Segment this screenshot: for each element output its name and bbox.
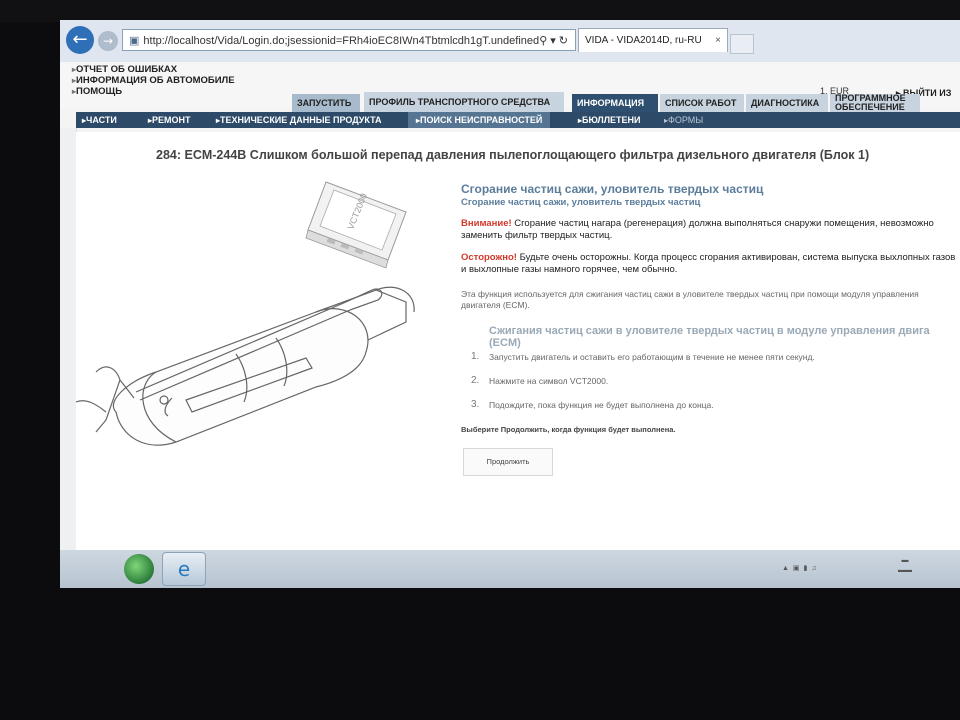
list-item: 2. Нажмите на символ VCT2000. — [471, 375, 959, 399]
monitor-bezel — [0, 0, 960, 22]
subnav-bulletins[interactable]: БЮЛЛЕТЕНИ — [578, 112, 641, 128]
steps-heading: Сжигания частиц сажи в уловителе твердых… — [489, 325, 930, 349]
subnav-repair[interactable]: РЕМОНТ — [148, 112, 191, 128]
screen: ← → ▣ http://localhost/Vida/Login.do;jses… — [60, 20, 960, 588]
tab-work-list[interactable]: СПИСОК РАБОТ — [660, 94, 744, 112]
warning-text: Сгорание частиц нагара (регенерация) дол… — [461, 218, 934, 241]
search-refresh-icon[interactable]: ⚲▾↻ — [539, 30, 571, 50]
browser-toolbar: ← → ▣ http://localhost/Vida/Login.do;jses… — [60, 20, 960, 63]
instructions-panel: Сгорание частиц сажи, уловитель твердых … — [461, 182, 959, 476]
caution-note: Осторожно! Будьте очень осторожны. Когда… — [461, 252, 959, 276]
menu-error-report[interactable]: ОТЧЕТ ОБ ОШИБКАХ — [72, 64, 235, 75]
main-tabs: ЗАПУСТИТЬ ПРОФИЛЬ ТРАНСПОРТНОГО СРЕДСТВА… — [60, 92, 960, 112]
page-icon: ▣ — [129, 35, 140, 47]
browser-tab-title: VIDA - VIDA2014D, ru-RU — [585, 35, 702, 46]
subnav-parts[interactable]: ЧАСТИ — [82, 112, 117, 128]
steps-list: 1. Запустить двигатель и оставить его раб… — [471, 351, 959, 423]
clock-icon[interactable]: ▬ ▬▬ — [898, 556, 912, 576]
tab-software[interactable]: ПРОГРАММНОЕ ОБЕСПЕЧЕНИЕ — [830, 94, 920, 112]
step-number: 3. — [471, 399, 480, 410]
left-panel-strip — [60, 128, 77, 558]
tab-diagnostics[interactable]: ДИАГНОСТИКА — [746, 94, 828, 112]
forward-arrow-icon[interactable]: → — [98, 31, 118, 51]
tab-vehicle-profile[interactable]: ПРОФИЛЬ ТРАНСПОРТНОГО СРЕДСТВА — [364, 92, 564, 112]
browser-tab[interactable]: VIDA - VIDA2014D, ru-RU × — [578, 28, 728, 52]
address-bar[interactable]: ▣ http://localhost/Vida/Login.do;jsession… — [122, 29, 576, 51]
step-text: Запустить двигатель и оставить его работ… — [489, 352, 815, 362]
section-subheading: Сгорание частиц сажи, уловитель твердых … — [461, 197, 701, 208]
caution-text: Будьте очень осторожны. Когда процесс сг… — [461, 252, 956, 275]
main-content: 284: ECM-244B Слишком большой перепад да… — [75, 132, 960, 552]
caution-label: Осторожно! — [461, 252, 517, 263]
tab-information[interactable]: ИНФОРМАЦИЯ — [572, 94, 658, 112]
start-button-icon[interactable] — [124, 554, 154, 584]
top-menu: ОТЧЕТ ОБ ОШИБКАХ ИНФОРМАЦИЯ ОБ АВТОМОБИЛ… — [72, 64, 235, 97]
sub-navigation: ЧАСТИ РЕМОНТ ТЕХНИЧЕСКИЕ ДАННЫЕ ПРОДУКТА… — [76, 112, 960, 128]
taskbar: e ▲▣▮♫ ▬ ▬▬ — [60, 550, 960, 588]
warning-note: Внимание! Сгорание частиц нагара (регене… — [461, 218, 959, 242]
dpf-drawing — [75, 286, 415, 446]
back-arrow-icon[interactable]: ← — [66, 26, 94, 54]
function-description: Эта функция используется для сжигания ча… — [461, 289, 919, 310]
page-title: 284: ECM-244B Слишком большой перепад да… — [156, 148, 870, 162]
step-text: Подождите, пока функция не будет выполне… — [489, 400, 714, 410]
step-text: Нажмите на символ VCT2000. — [489, 376, 609, 386]
step-number: 1. — [471, 351, 480, 362]
subnav-tech-data[interactable]: ТЕХНИЧЕСКИЕ ДАННЫЕ ПРОДУКТА — [216, 112, 382, 128]
system-tray-icons[interactable]: ▲▣▮♫ — [782, 564, 821, 572]
list-item: 3. Подождите, пока функция не будет выпол… — [471, 399, 959, 423]
section-heading: Сгорание частиц сажи, уловитель твердых … — [461, 182, 764, 196]
subnav-forms[interactable]: ФОРМЫ — [664, 112, 703, 128]
new-tab-button[interactable] — [730, 34, 754, 54]
internet-explorer-icon[interactable]: e — [162, 552, 206, 586]
address-url: http://localhost/Vida/Login.do;jsessioni… — [143, 35, 540, 47]
vct2000-device-icon: VCT2000 — [305, 181, 407, 269]
subnav-troubleshooting[interactable]: ПОИСК НЕИСПРАВНОСТЕЙ — [408, 112, 551, 128]
list-item: 1. Запустить двигатель и оставить его раб… — [471, 351, 959, 375]
tab-start[interactable]: ЗАПУСТИТЬ — [292, 94, 360, 112]
continue-button[interactable]: Продолжить — [463, 448, 553, 476]
menu-vehicle-info[interactable]: ИНФОРМАЦИЯ ОБ АВТОМОБИЛЕ — [72, 75, 235, 86]
step-number: 2. — [471, 375, 480, 386]
continue-instruction: Выберите Продолжить, когда функция будет… — [461, 425, 676, 434]
close-tab-icon[interactable]: × — [715, 29, 721, 52]
dpf-illustration: VCT2000 — [75, 172, 436, 472]
warning-label: Внимание! — [461, 218, 512, 229]
